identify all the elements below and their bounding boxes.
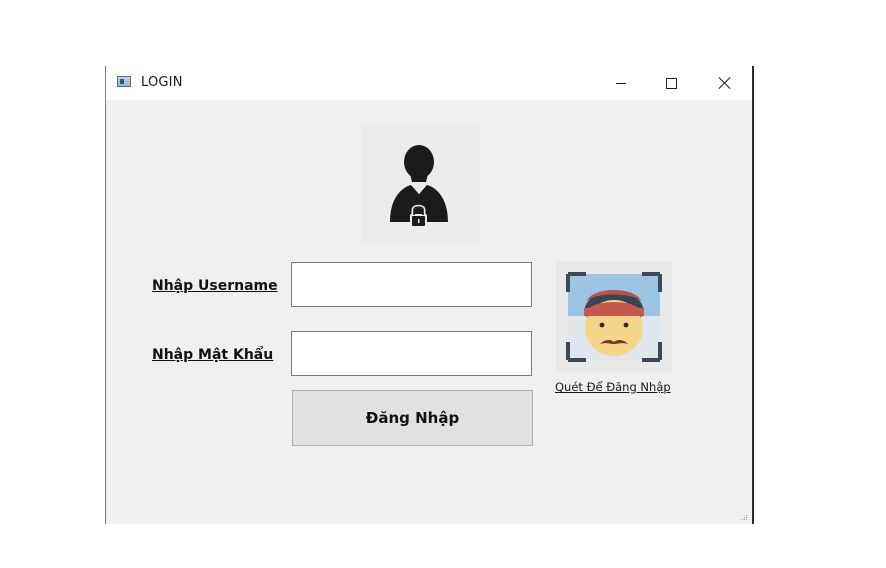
username-input[interactable] [291, 262, 532, 307]
user-lock-icon [390, 145, 448, 228]
username-label: Nhập Username [152, 278, 278, 294]
password-label: Nhập Mật Khẩu [152, 347, 274, 363]
app-window-icon [117, 76, 131, 87]
maximize-icon [665, 77, 677, 89]
face-login-link[interactable]: Quét Để Đăng Nhập [555, 380, 671, 394]
password-input[interactable] [291, 331, 532, 376]
maximize-button[interactable] [648, 66, 694, 100]
title-bar[interactable]: LOGIN [106, 66, 752, 100]
resize-grip-icon[interactable] [740, 513, 748, 521]
login-window: LOGIN Nhập Username Nhập Mật Khẩu Đăng N… [105, 66, 754, 524]
user-avatar-panel [362, 124, 480, 242]
close-button[interactable] [702, 66, 748, 100]
window-title: LOGIN [141, 75, 183, 90]
close-icon [719, 77, 731, 89]
face-scan-button[interactable] [556, 262, 672, 372]
minimize-button[interactable] [598, 66, 644, 100]
screen: LOGIN Nhập Username Nhập Mật Khẩu Đăng N… [0, 0, 886, 568]
login-button[interactable]: Đăng Nhập [292, 390, 533, 446]
minimize-icon [616, 82, 626, 84]
face-scan-icon [556, 262, 672, 372]
